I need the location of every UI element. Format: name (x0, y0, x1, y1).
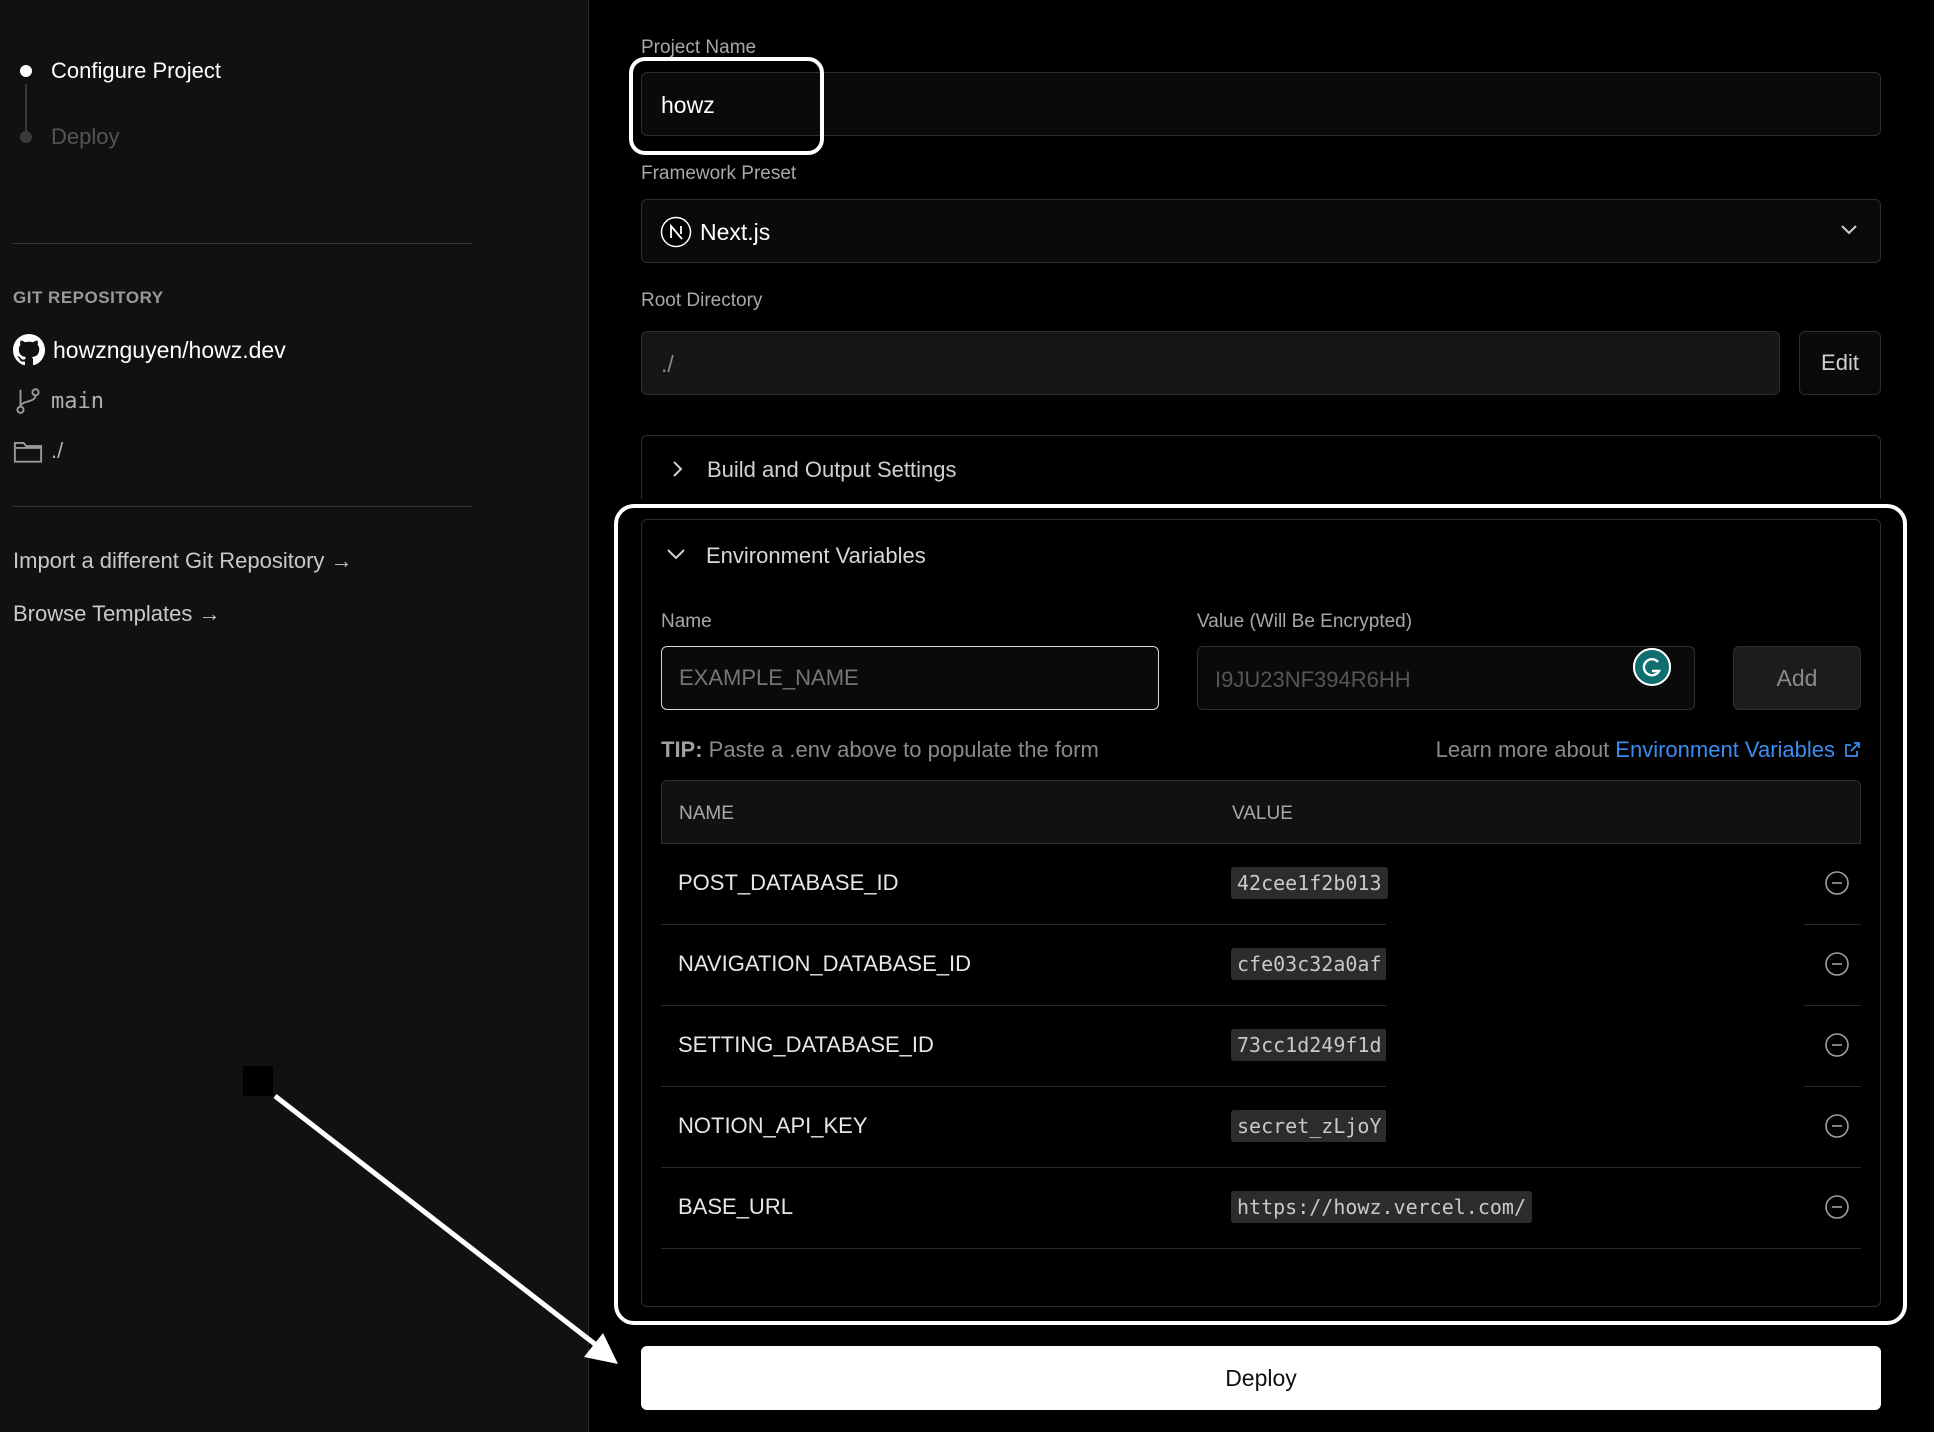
deploy-button[interactable]: Deploy (641, 1346, 1881, 1410)
env-tip: TIP: Paste a .env above to populate the … (661, 737, 1099, 763)
env-learn-more-text: Learn more about (1435, 737, 1610, 762)
root-directory-input: ./ (641, 331, 1780, 395)
env-row-value: secret_zLjoY (1231, 1110, 1388, 1142)
project-name-input[interactable]: howz (641, 72, 1881, 136)
env-table-header-value: VALUE (1232, 803, 1293, 824)
build-output-settings-label: Build and Output Settings (707, 457, 957, 482)
env-row-value: 42cee1f2b013 (1231, 867, 1388, 899)
project-name-label: Project Name (641, 37, 757, 58)
env-row-value: 73cc1d249f1d (1231, 1029, 1388, 1061)
environment-variables-title[interactable]: Environment Variables (706, 543, 926, 569)
env-row-value: https://howz.vercel.com/ (1231, 1191, 1532, 1223)
remove-icon[interactable] (1824, 1032, 1850, 1058)
env-name-label: Name (661, 611, 712, 632)
framework-preset-label: Framework Preset (641, 163, 797, 184)
remove-icon[interactable] (1824, 1194, 1850, 1220)
env-table-row: BASE_URL https://howz.vercel.com/ (661, 1168, 1861, 1249)
env-table-header-name: NAME (679, 803, 734, 824)
project-name-value: howz (661, 92, 715, 118)
grammarly-icon[interactable] (1632, 647, 1672, 687)
env-tip-text: Paste a .env above to populate the form (702, 737, 1099, 762)
env-row-name: BASE_URL (678, 1194, 793, 1219)
env-row-name: POST_DATABASE_ID (678, 870, 899, 895)
chevron-down-icon (1841, 225, 1857, 235)
env-docs-link[interactable]: Environment Variables (1615, 737, 1835, 763)
nextjs-icon (660, 216, 692, 248)
remove-icon[interactable] (1824, 951, 1850, 977)
env-row-name: NOTION_API_KEY (678, 1113, 868, 1138)
root-directory-label: Root Directory (641, 290, 763, 311)
remove-icon[interactable] (1824, 870, 1850, 896)
framework-preset-select[interactable]: Next.js (641, 199, 1881, 263)
env-value-placeholder: I9JU23NF394R6HH (1215, 667, 1411, 692)
env-learn-more: Learn more about Environment Variables (1436, 737, 1861, 763)
env-row-name: NAVIGATION_DATABASE_ID (678, 951, 971, 976)
redaction-overlay (1386, 900, 1804, 1142)
root-directory-value: ./ (661, 351, 674, 377)
remove-icon[interactable] (1824, 1113, 1850, 1139)
framework-preset-value: Next.js (700, 219, 771, 245)
chevron-right-icon (673, 461, 683, 477)
external-link-icon (1845, 742, 1860, 757)
add-env-button[interactable]: Add (1733, 646, 1861, 710)
build-output-settings-toggle[interactable]: Build and Output Settings (641, 435, 1881, 499)
env-tip-prefix: TIP: (661, 737, 703, 762)
root-directory-edit-button[interactable]: Edit (1799, 331, 1881, 395)
env-row-name: SETTING_DATABASE_ID (678, 1032, 934, 1057)
env-value-label: Value (Will Be Encrypted) (1197, 611, 1413, 632)
chevron-down-icon (667, 549, 685, 560)
env-row-value: cfe03c32a0af (1231, 948, 1388, 980)
env-name-input[interactable] (661, 646, 1159, 710)
env-value-input[interactable]: I9JU23NF394R6HH (1197, 646, 1695, 710)
env-table-header: NAME VALUE (661, 780, 1861, 844)
